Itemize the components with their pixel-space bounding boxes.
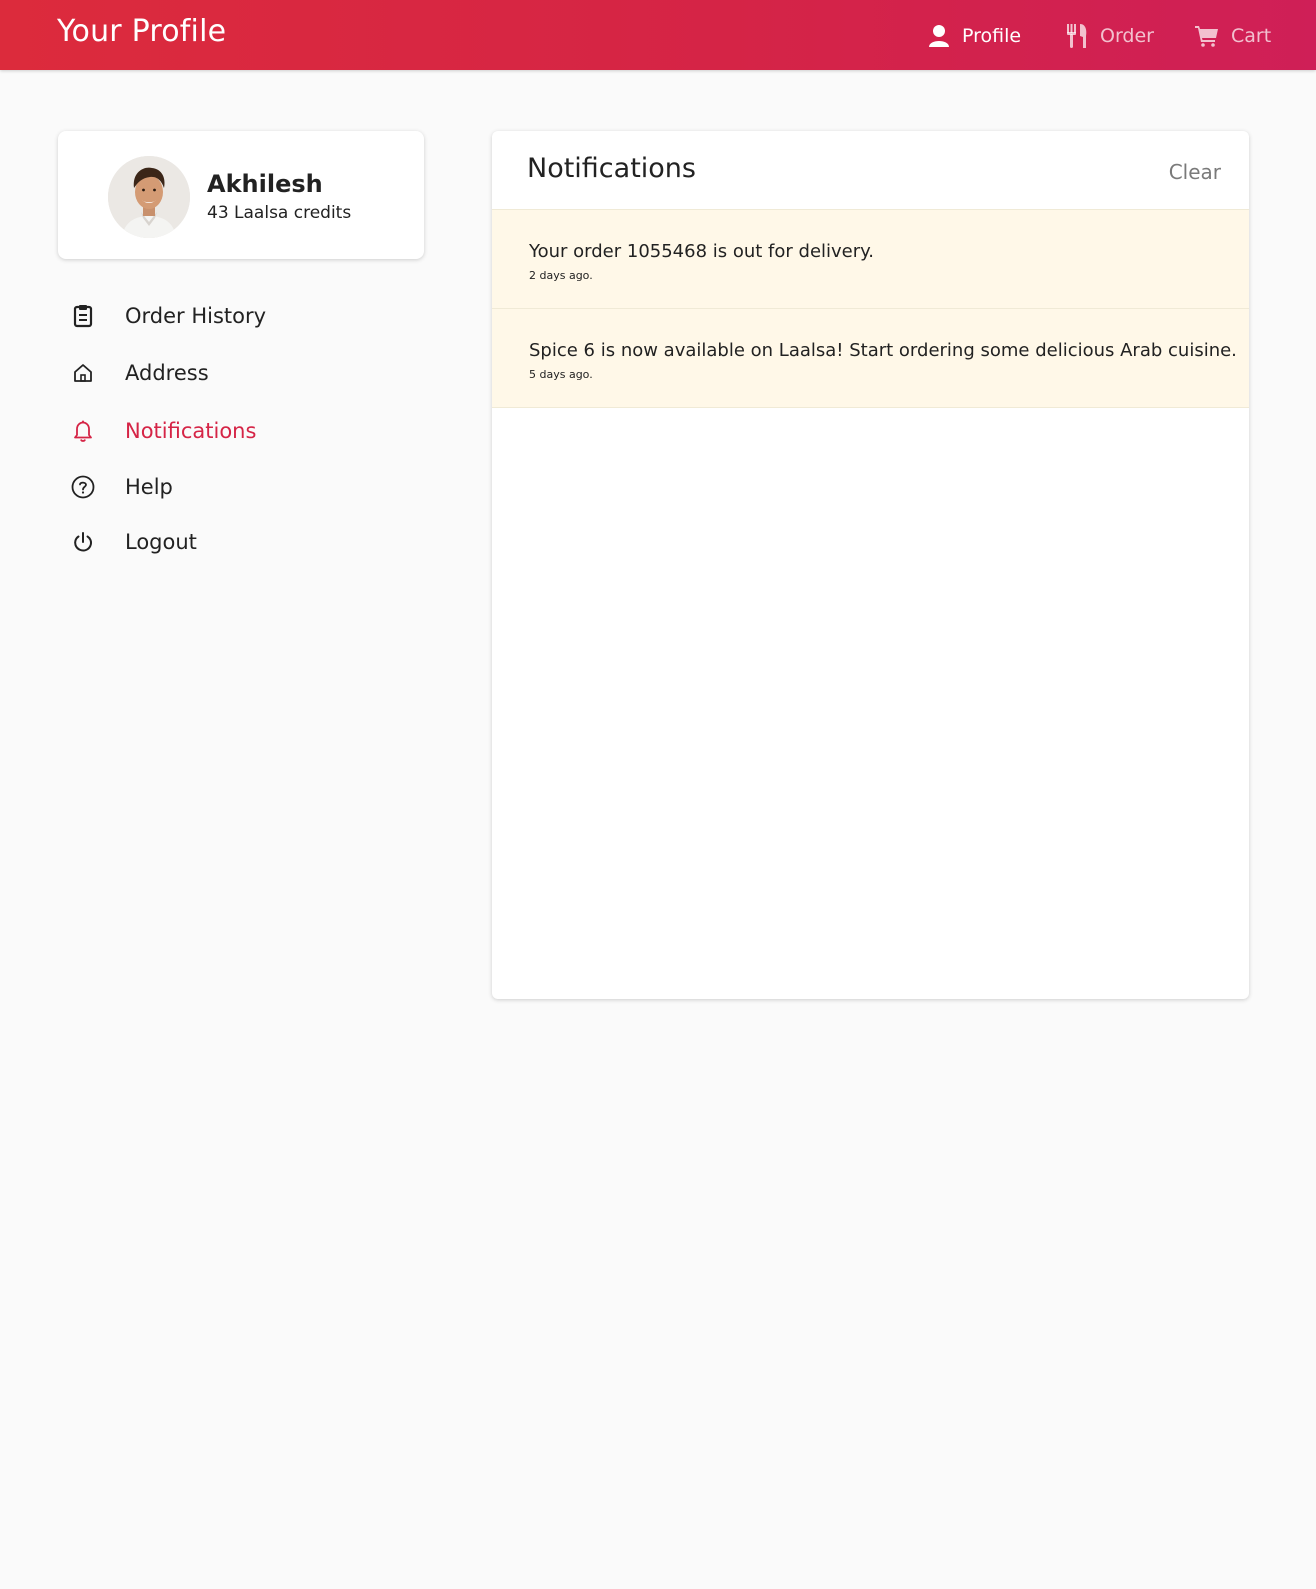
sidebar-item-label: Notifications bbox=[125, 419, 257, 443]
notification-time: 2 days ago. bbox=[529, 269, 593, 282]
notification-text: Spice 6 is now available on Laalsa! Star… bbox=[529, 340, 1237, 361]
sidebar-item-label: Logout bbox=[125, 530, 197, 554]
notification-item[interactable]: Your order 1055468 is out for delivery. … bbox=[492, 209, 1249, 308]
sidebar-item-order-history[interactable]: Order History bbox=[70, 299, 266, 333]
sidebar-item-address[interactable]: Address bbox=[70, 356, 209, 390]
bell-icon bbox=[70, 418, 96, 444]
panel-title: Notifications bbox=[527, 153, 696, 184]
notifications-panel: Notifications Clear Your order 1055468 i… bbox=[492, 131, 1249, 999]
clear-button[interactable]: Clear bbox=[1169, 160, 1221, 184]
notification-item[interactable]: Spice 6 is now available on Laalsa! Star… bbox=[492, 308, 1249, 407]
nav-order[interactable]: Order bbox=[1066, 22, 1154, 50]
user-icon bbox=[928, 24, 950, 48]
help-circle-icon bbox=[70, 474, 96, 500]
cutlery-icon bbox=[1066, 23, 1088, 49]
notification-time: 5 days ago. bbox=[529, 368, 593, 381]
sidebar-item-help[interactable]: Help bbox=[70, 470, 173, 504]
notification-text: Your order 1055468 is out for delivery. bbox=[529, 241, 874, 262]
sidebar-item-label: Help bbox=[125, 475, 173, 499]
sidebar-item-label: Order History bbox=[125, 304, 267, 328]
divider bbox=[492, 407, 1249, 408]
nav-profile[interactable]: Profile bbox=[928, 22, 1021, 50]
sidebar-item-logout[interactable]: Logout bbox=[70, 525, 197, 559]
user-name: Akhilesh bbox=[207, 170, 323, 198]
user-card: Akhilesh 43 Laalsa credits bbox=[58, 131, 424, 259]
avatar bbox=[108, 156, 190, 238]
top-bar: Your Profile Profile Order Cart bbox=[0, 0, 1316, 70]
home-icon bbox=[70, 360, 96, 386]
clipboard-icon bbox=[70, 303, 96, 329]
power-icon bbox=[70, 529, 96, 555]
nav-cart[interactable]: Cart bbox=[1195, 22, 1271, 50]
nav-profile-label: Profile bbox=[962, 25, 1022, 47]
sidebar-item-label: Address bbox=[125, 361, 209, 385]
sidebar-item-notifications[interactable]: Notifications bbox=[70, 414, 256, 448]
nav-cart-label: Cart bbox=[1231, 25, 1272, 47]
page-title: Your Profile bbox=[57, 14, 227, 49]
nav-order-label: Order bbox=[1100, 25, 1154, 47]
user-credits: 43 Laalsa credits bbox=[207, 203, 352, 223]
cart-icon bbox=[1195, 25, 1219, 47]
